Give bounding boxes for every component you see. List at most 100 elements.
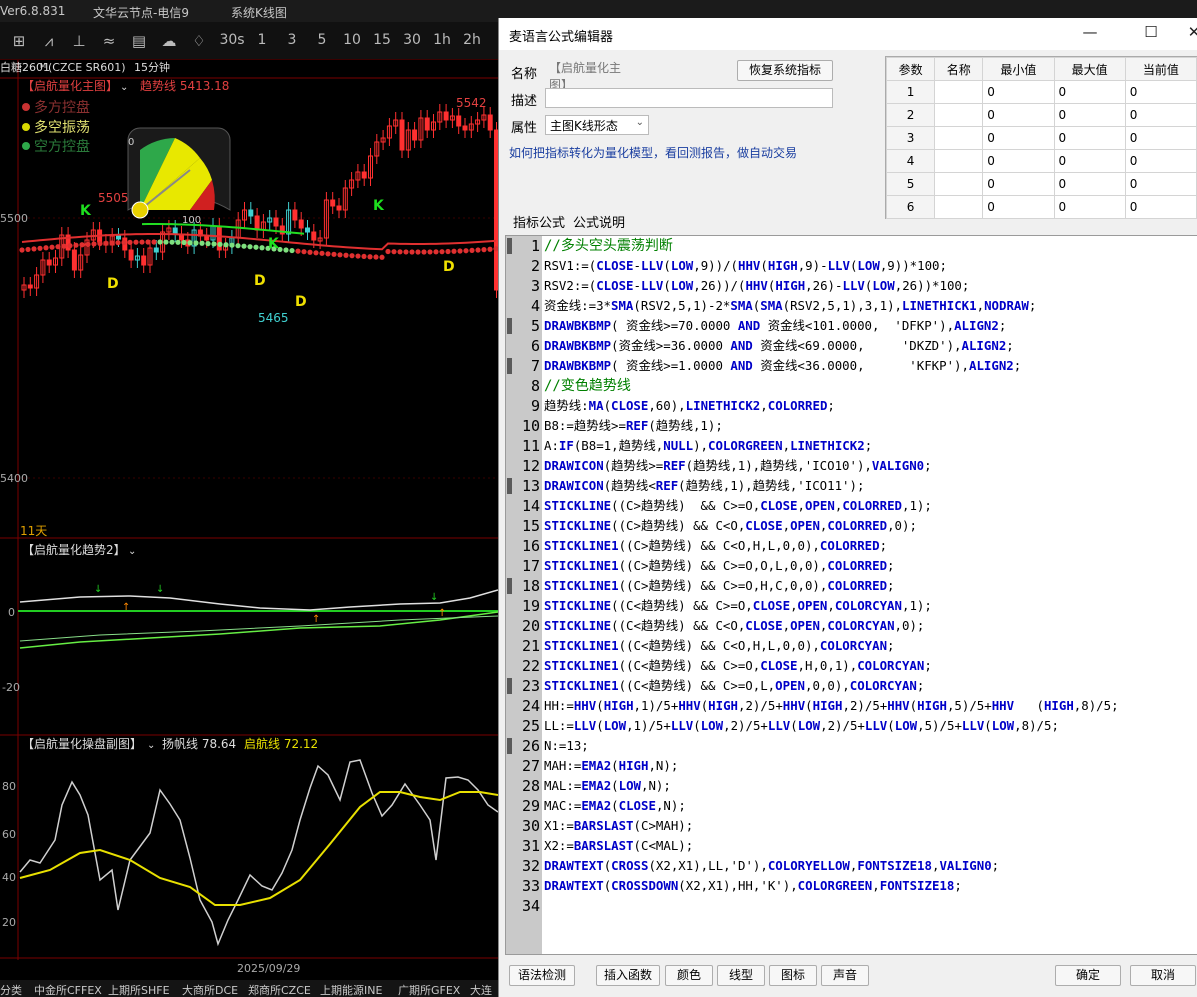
param-cell[interactable]: 0 bbox=[1124, 126, 1197, 150]
timeframe-button[interactable]: 1h bbox=[428, 32, 456, 48]
ok-button[interactable]: 确定 bbox=[1055, 965, 1121, 986]
line-chart-icon[interactable]: ⩘ bbox=[38, 32, 60, 50]
param-cell[interactable]: 0 bbox=[982, 149, 1055, 173]
attribute-select[interactable]: 主图K线形态 ⌄ bbox=[545, 115, 649, 135]
timeframe-button[interactable]: 15 bbox=[368, 32, 396, 48]
period-select[interactable]: 15分钟 bbox=[134, 60, 170, 74]
param-cell[interactable]: 0 bbox=[982, 126, 1055, 150]
code-editor[interactable]: 1 2 3 4 5 6 7 8 9 10 11 12 13 14 15 16 17 18 19 20 21 22 23 24 2… bbox=[505, 235, 1197, 955]
sound-button[interactable]: 声音 bbox=[821, 965, 869, 986]
timeframe-button[interactable]: 1 bbox=[248, 32, 276, 48]
code-line[interactable]: STICKLINE1((C<趋势线) && C>=O,CLOSE,H,0,1),… bbox=[544, 656, 932, 676]
candle-icon[interactable]: ⊥ bbox=[68, 32, 90, 50]
param-cell[interactable]: 0 bbox=[982, 103, 1055, 127]
insert-function-button[interactable]: 插入函数 bbox=[596, 965, 660, 986]
param-cell[interactable]: 0 bbox=[1124, 172, 1197, 196]
param-cell[interactable] bbox=[934, 103, 984, 127]
code-line[interactable]: RSV2:=(CLOSE-LLV(LOW,26))/(HHV(HIGH,26)-… bbox=[544, 276, 969, 296]
description-field[interactable] bbox=[545, 88, 833, 108]
code-line[interactable]: STICKLINE1((C<趋势线) && C>=O,L,OPEN,0,0),C… bbox=[544, 676, 924, 696]
param-row[interactable]: 4000 bbox=[885, 149, 1197, 173]
code-line[interactable]: STICKLINE1((C>趋势线) && C<O,H,L,0,0),COLOR… bbox=[544, 536, 887, 556]
param-cell[interactable]: 0 bbox=[1053, 126, 1126, 150]
code-line[interactable]: DRAWTEXT(CROSS(X2,X1),LL,'D'),COLORYELLO… bbox=[544, 856, 999, 876]
code-line[interactable]: DRAWBKBMP(资金线>=36.0000 AND 资金线<69.0000, … bbox=[544, 336, 1014, 356]
param-row[interactable]: 5000 bbox=[885, 172, 1197, 196]
param-row[interactable]: 6000 bbox=[885, 195, 1197, 219]
param-cell[interactable] bbox=[934, 80, 984, 104]
tab-shfe[interactable]: 上期所SHFE bbox=[108, 982, 170, 997]
tab-dce[interactable]: 大商所DCE bbox=[182, 982, 238, 997]
code-line[interactable]: MAL:=EMA2(LOW,N); bbox=[544, 776, 671, 796]
timeframe-button[interactable]: 30 bbox=[398, 32, 426, 48]
quant-help-link[interactable]: 如何把指标转化为量化模型，看回测报告，做自动交易 bbox=[509, 144, 797, 161]
param-cell[interactable]: 0 bbox=[1053, 103, 1126, 127]
code-line[interactable]: RSV1:=(CLOSE-LLV(LOW,9))/(HHV(HIGH,9)-LL… bbox=[544, 256, 947, 276]
draw-icon[interactable]: ≈ bbox=[98, 32, 120, 50]
cloud-icon[interactable]: ☁ bbox=[158, 32, 180, 50]
code-line[interactable]: //多头空头震荡判断 bbox=[544, 236, 673, 256]
param-cell[interactable]: 0 bbox=[1124, 103, 1197, 127]
timeframe-button[interactable]: 5 bbox=[308, 32, 336, 48]
code-line[interactable]: DRAWICON(趋势线<REF(趋势线,1),趋势线,'ICO11'); bbox=[544, 476, 864, 496]
crosshair-icon[interactable]: ⊞ bbox=[8, 32, 30, 50]
param-cell[interactable]: 0 bbox=[982, 195, 1055, 219]
code-line[interactable]: B8:=趋势线>=REF(趋势线,1); bbox=[544, 416, 723, 436]
code-line[interactable]: DRAWBKBMP( 资金线>=70.0000 AND 资金线<101.0000… bbox=[544, 316, 1006, 336]
code-line[interactable]: N:=13; bbox=[544, 736, 589, 756]
tab-czce[interactable]: 郑商所CZCE bbox=[248, 982, 311, 997]
param-cell[interactable]: 0 bbox=[1124, 195, 1197, 219]
code-line[interactable]: LL:=LLV(LOW,1)/5+LLV(LOW,2)/5+LLV(LOW,2)… bbox=[544, 716, 1059, 736]
param-row[interactable]: 3000 bbox=[885, 126, 1197, 150]
icon-button[interactable]: 图标 bbox=[769, 965, 817, 986]
param-cell[interactable]: 0 bbox=[1053, 149, 1126, 173]
code-line[interactable]: MAH:=EMA2(HIGH,N); bbox=[544, 756, 678, 776]
param-cell[interactable] bbox=[934, 149, 984, 173]
cancel-button[interactable]: 取消 bbox=[1130, 965, 1196, 986]
bell-icon[interactable]: ♢ bbox=[188, 32, 210, 50]
code-line[interactable]: X1:=BARSLAST(C>MAH); bbox=[544, 816, 693, 836]
code-line[interactable]: X2:=BARSLAST(C<MAL); bbox=[544, 836, 693, 856]
tab-gfex[interactable]: 广期所GFEX bbox=[398, 982, 460, 997]
param-cell[interactable]: 0 bbox=[1124, 80, 1197, 104]
code-line[interactable]: STICKLINE((C>趋势线) && C<O,CLOSE,OPEN,COLO… bbox=[544, 516, 917, 536]
param-cell[interactable] bbox=[934, 126, 984, 150]
maximize-icon[interactable]: ☐ bbox=[1136, 23, 1166, 41]
param-cell[interactable]: 0 bbox=[1053, 80, 1126, 104]
tab-category[interactable]: 分类 bbox=[0, 982, 22, 997]
syntax-check-button[interactable]: 语法检测 bbox=[509, 965, 575, 986]
restore-system-button[interactable]: 恢复系统指标 bbox=[737, 60, 833, 81]
chart-canvas[interactable]: 白糖2601 M (CZCE SR601) 15分钟 【启航量化主图】 ⌄ 趋势… bbox=[0, 60, 498, 980]
chart-area[interactable]: 白糖2601 M (CZCE SR601) 15分钟 【启航量化主图】 ⌄ 趋势… bbox=[0, 60, 498, 980]
color-button[interactable]: 颜色 bbox=[665, 965, 713, 986]
code-line[interactable]: STICKLINE((C<趋势线) && C<O,CLOSE,OPEN,COLO… bbox=[544, 616, 924, 636]
code-line[interactable]: A:IF(B8=1,趋势线,NULL),COLORGREEN,LINETHICK… bbox=[544, 436, 872, 456]
timeframe-button[interactable]: 3 bbox=[278, 32, 306, 48]
code-line[interactable]: STICKLINE1((C>趋势线) && C>=O,O,L,0,0),COLO… bbox=[544, 556, 895, 576]
timeframe-button[interactable]: 10 bbox=[338, 32, 366, 48]
code-line[interactable]: STICKLINE1((C<趋势线) && C<O,H,L,0,0),COLOR… bbox=[544, 636, 895, 656]
code-line[interactable]: MAC:=EMA2(CLOSE,N); bbox=[544, 796, 686, 816]
name-field[interactable]: 【启航量化主图】 bbox=[545, 58, 639, 92]
minimize-icon[interactable]: — bbox=[1075, 23, 1105, 41]
line-style-button[interactable]: 线型 bbox=[717, 965, 765, 986]
timeframe-button[interactable]: 2h bbox=[458, 32, 486, 48]
code-line[interactable]: 趋势线:MA(CLOSE,60),LINETHICK2,COLORRED; bbox=[544, 396, 835, 416]
panel-icon[interactable]: ▤ bbox=[128, 32, 150, 50]
code-line[interactable]: DRAWTEXT(CROSSDOWN(X2,X1),HH,'K'),COLORG… bbox=[544, 876, 962, 896]
timeframe-button[interactable]: 30s bbox=[218, 32, 246, 48]
param-cell[interactable] bbox=[934, 195, 984, 219]
tab-ine[interactable]: 上期能源INE bbox=[320, 982, 382, 997]
code-line[interactable]: //变色趋势线 bbox=[544, 376, 631, 396]
code-line[interactable]: HH:=HHV(HIGH,1)/5+HHV(HIGH,2)/5+HHV(HIGH… bbox=[544, 696, 1119, 716]
param-cell[interactable]: 0 bbox=[982, 172, 1055, 196]
tab-formula[interactable]: 指标公式 bbox=[513, 212, 565, 231]
code-line[interactable]: DRAWICON(趋势线>=REF(趋势线,1),趋势线,'ICO10'),VA… bbox=[544, 456, 932, 476]
param-cell[interactable]: 0 bbox=[982, 80, 1055, 104]
param-cell[interactable]: 0 bbox=[1053, 195, 1126, 219]
server-node[interactable]: 文华云节点-电信9 bbox=[93, 4, 189, 21]
tab-dalian[interactable]: 大连 bbox=[470, 982, 492, 997]
tab-description[interactable]: 公式说明 bbox=[573, 212, 625, 231]
close-icon[interactable]: ✕ bbox=[1179, 23, 1197, 41]
param-row[interactable]: 2000 bbox=[885, 103, 1197, 127]
